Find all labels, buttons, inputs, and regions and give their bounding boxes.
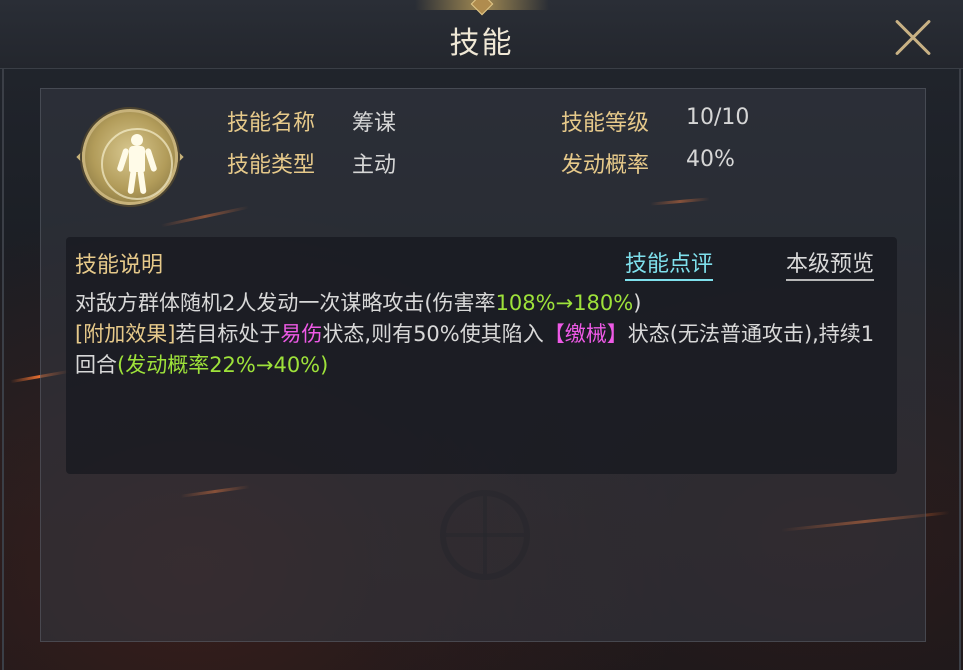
level-preview-link[interactable]: 本级预览: [786, 246, 875, 281]
description-text: 对敌方群体随机2人发动一次谋略攻击(伤害率108%→180%) [附加效果]若目标…: [75, 288, 885, 381]
skill-type-value: 主动: [352, 153, 397, 178]
dialog-title: 技能: [449, 26, 514, 61]
skill-level-label: 技能等级: [561, 111, 650, 136]
desc-line1-prefix: 对敌方群体随机2人发动一次谋略攻击(伤害率: [75, 291, 496, 315]
skill-icon-ring: [82, 109, 178, 205]
skill-icon: [76, 105, 184, 209]
skill-name-label: 技能名称: [227, 111, 316, 136]
desc-line1-suffix: ): [633, 291, 642, 315]
activation-probability-value: 40%: [686, 147, 735, 172]
skill-review-link[interactable]: 技能点评: [625, 246, 714, 281]
status-vulnerable: 易伤: [280, 322, 323, 346]
skill-type-label: 技能类型: [227, 153, 316, 178]
damage-rate-value: 108%→180%: [495, 291, 634, 315]
extra-text-2: 状态,则有50%使其陷入: [322, 322, 544, 346]
skill-name-value: 筹谋: [352, 111, 397, 136]
close-icon[interactable]: [893, 18, 933, 58]
probability-change-value: (发动概率22%→40%): [117, 353, 329, 377]
warrior-figure-icon: [116, 134, 158, 195]
extra-text-1: 若目标处于: [175, 322, 281, 346]
extra-effect-tag: [附加效果]: [75, 322, 176, 346]
description-title: 技能说明: [75, 253, 164, 278]
status-disarm: 【缴械】: [543, 322, 628, 346]
activation-probability-label: 发动概率: [561, 153, 650, 178]
skill-level-value: 10/10: [686, 105, 750, 130]
dialog-header: 技能: [0, 0, 963, 69]
